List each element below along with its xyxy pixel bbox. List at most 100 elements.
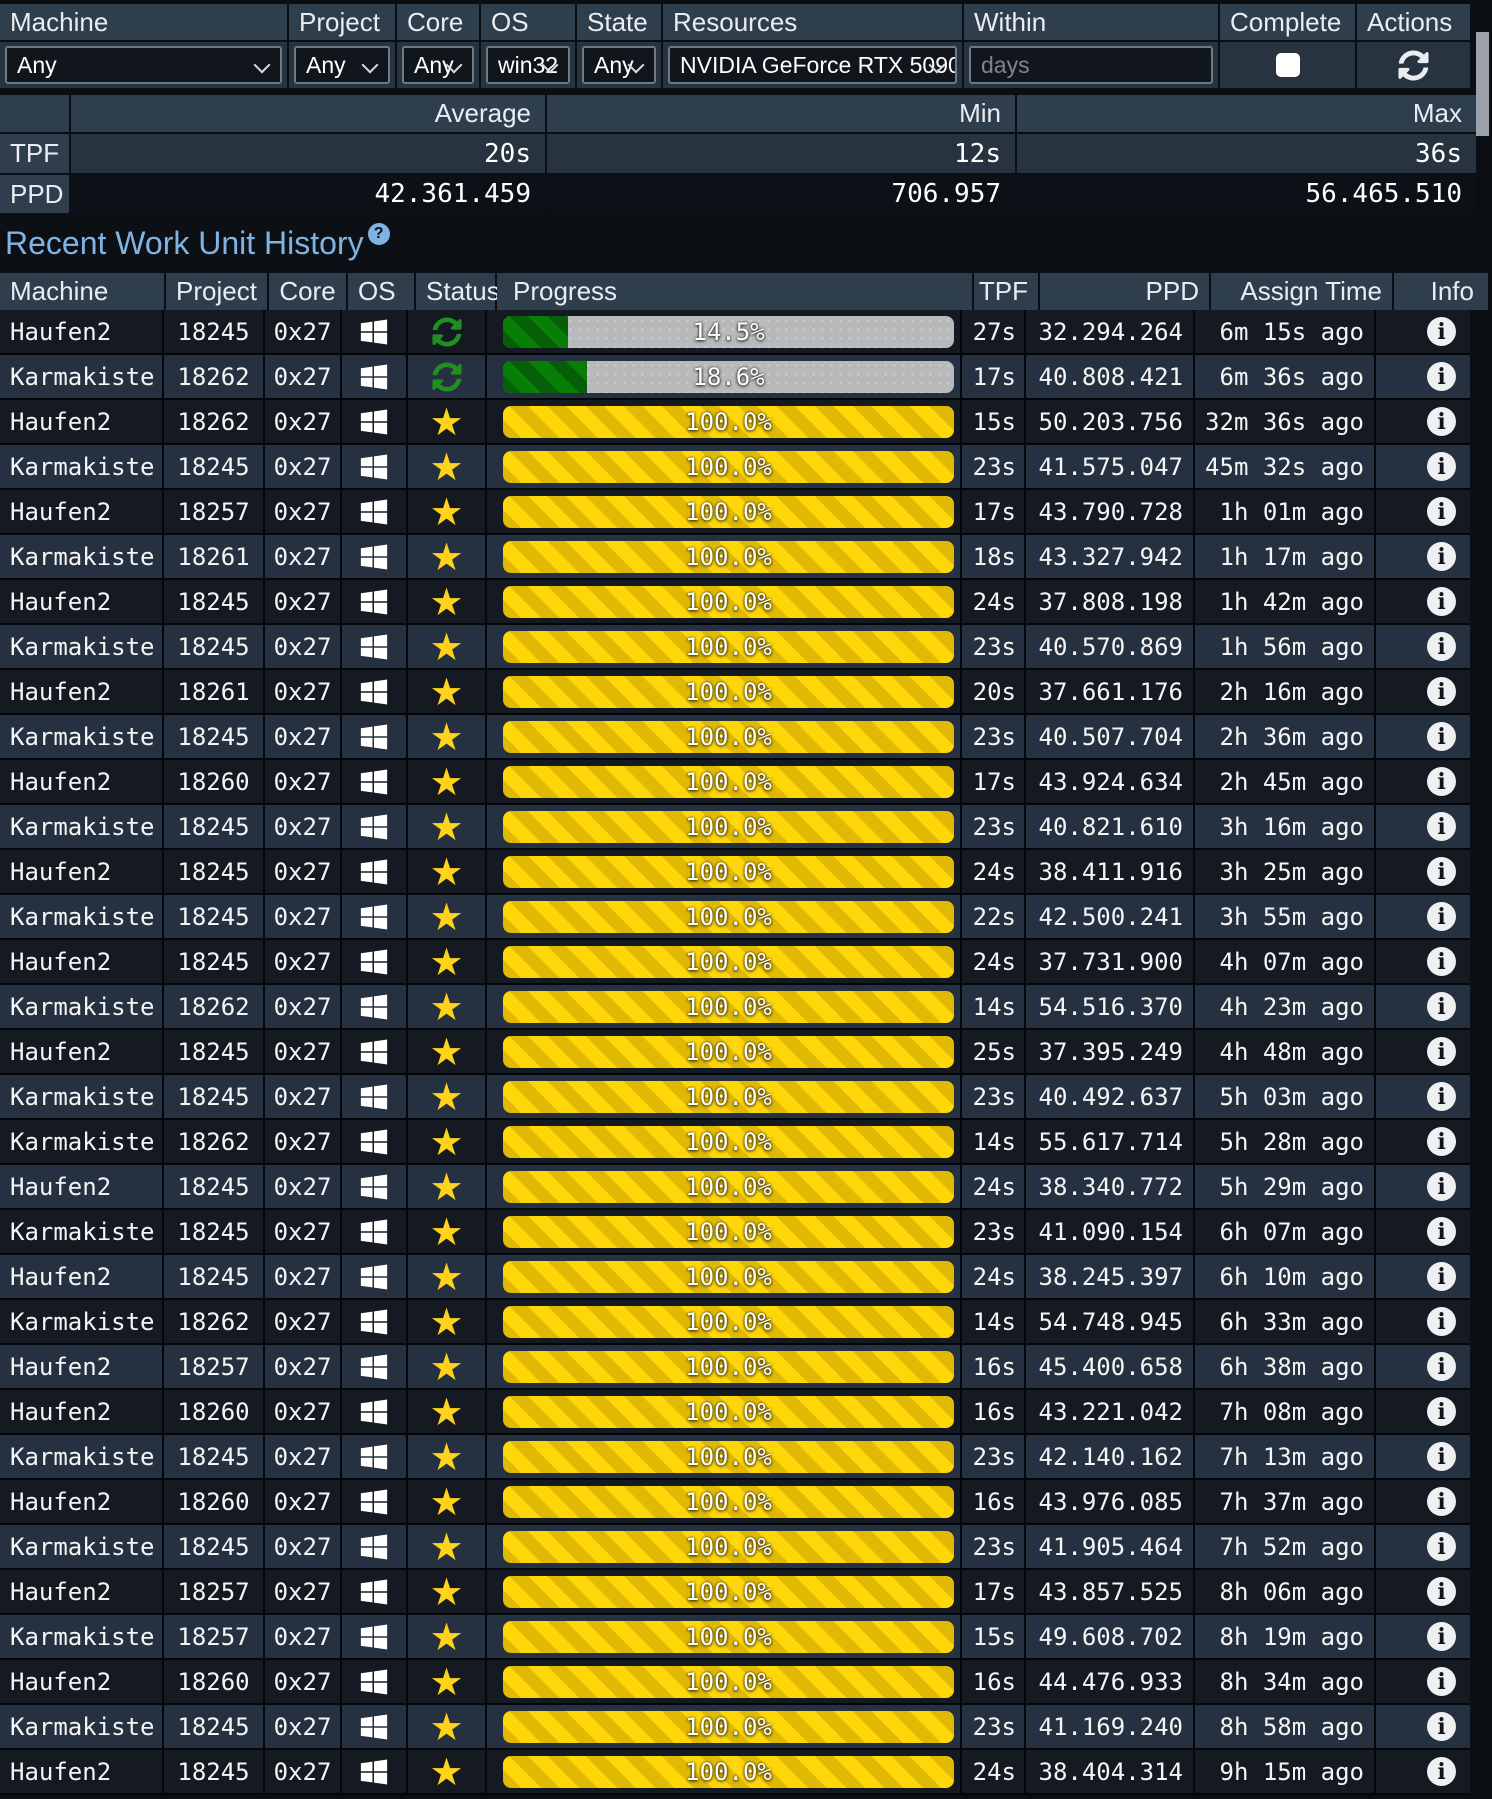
machine-filter-select[interactable]: Any xyxy=(5,46,282,84)
progress-bar: 100.0% xyxy=(503,1305,954,1338)
info-icon[interactable]: i xyxy=(1427,722,1456,751)
assign-time-value: 6m 36s ago xyxy=(1195,355,1376,398)
core-filter-select[interactable]: Any xyxy=(402,46,474,84)
progress-cell: 100.0% xyxy=(487,1165,962,1208)
core-id: 0x27 xyxy=(265,1165,342,1208)
tpf-value: 18s xyxy=(962,535,1026,578)
info-icon[interactable]: i xyxy=(1427,407,1456,436)
assign-time-value: 9h 15m ago xyxy=(1195,1750,1376,1793)
info-icon[interactable]: i xyxy=(1427,857,1456,886)
status-icon-cell: ★ xyxy=(408,1615,487,1658)
info-icon[interactable]: i xyxy=(1427,317,1456,346)
progress-cell: 18.6% xyxy=(487,355,962,398)
ppd-value: 54.516.370 xyxy=(1026,985,1195,1028)
star-finished-icon: ★ xyxy=(429,1479,464,1524)
work-unit-row: Haufen2 18260 0x27 ★ 100.0% 16s 43.221.0… xyxy=(0,1390,1470,1435)
info-icon[interactable]: i xyxy=(1427,947,1456,976)
info-icon[interactable]: i xyxy=(1427,1307,1456,1336)
core-id: 0x27 xyxy=(265,715,342,758)
windows-os-icon xyxy=(342,1300,408,1343)
status-icon-cell: ★ xyxy=(408,895,487,938)
star-finished-icon: ★ xyxy=(429,624,464,669)
scrollbar-thumb[interactable] xyxy=(1476,32,1489,136)
core-id: 0x27 xyxy=(265,1210,342,1253)
assign-time-value: 6h 07m ago xyxy=(1195,1210,1376,1253)
progress-cell: 100.0% xyxy=(487,805,962,848)
info-icon[interactable]: i xyxy=(1427,362,1456,391)
info-icon[interactable]: i xyxy=(1427,767,1456,796)
info-icon[interactable]: i xyxy=(1427,1217,1456,1246)
star-finished-icon: ★ xyxy=(429,1344,464,1389)
ppd-value: 43.976.085 xyxy=(1026,1480,1195,1523)
core-id: 0x27 xyxy=(265,580,342,623)
work-unit-row: Haufen2 18245 0x27 ★ 100.0% 24s 38.411.9… xyxy=(0,850,1470,895)
assign-time-value: 6h 33m ago xyxy=(1195,1300,1376,1343)
progress-bar: 100.0% xyxy=(503,675,954,708)
info-icon[interactable]: i xyxy=(1427,677,1456,706)
windows-os-icon xyxy=(342,940,408,983)
os-filter-select[interactable]: win32 xyxy=(486,46,570,84)
within-days-input[interactable] xyxy=(969,46,1213,84)
info-icon[interactable]: i xyxy=(1427,1352,1456,1381)
info-icon[interactable]: i xyxy=(1427,1487,1456,1516)
info-icon[interactable]: i xyxy=(1427,1622,1456,1651)
progress-bar: 100.0% xyxy=(503,450,954,483)
progress-bar: 100.0% xyxy=(503,1035,954,1068)
progress-bar: 100.0% xyxy=(503,945,954,978)
info-icon[interactable]: i xyxy=(1427,902,1456,931)
windows-os-icon xyxy=(342,1345,408,1388)
resources-filter-select[interactable]: NVIDIA GeForce RTX 5090 xyxy=(668,46,957,84)
history-table-body: Haufen2 18245 0x27 14.5% 27s 32.294.264 … xyxy=(0,310,1470,1795)
info-icon[interactable]: i xyxy=(1427,992,1456,1021)
machine-name: Karmakiste xyxy=(0,1300,164,1343)
info-icon[interactable]: i xyxy=(1427,812,1456,841)
info-icon[interactable]: i xyxy=(1427,1532,1456,1561)
core-id: 0x27 xyxy=(265,1075,342,1118)
info-icon[interactable]: i xyxy=(1427,1757,1456,1786)
info-icon[interactable]: i xyxy=(1427,1127,1456,1156)
col-header-status: Status xyxy=(416,273,500,310)
assign-time-value: 7h 52m ago xyxy=(1195,1525,1376,1568)
windows-os-icon xyxy=(342,535,408,578)
project-number: 18245 xyxy=(164,805,265,848)
star-finished-icon: ★ xyxy=(429,1119,464,1164)
project-number: 18245 xyxy=(164,1210,265,1253)
progress-label: 100.0% xyxy=(685,1622,772,1651)
info-icon[interactable]: i xyxy=(1427,1577,1456,1606)
assign-time-value: 8h 19m ago xyxy=(1195,1615,1376,1658)
tpf-value: 27s xyxy=(962,310,1026,353)
info-icon[interactable]: i xyxy=(1427,1667,1456,1696)
assign-time-value: 7h 37m ago xyxy=(1195,1480,1376,1523)
work-unit-row: Haufen2 18245 0x27 14.5% 27s 32.294.264 … xyxy=(0,310,1470,355)
core-id: 0x27 xyxy=(265,445,342,488)
progress-label: 100.0% xyxy=(685,1037,772,1066)
info-icon[interactable]: i xyxy=(1427,1262,1456,1291)
filter-header-within: Within xyxy=(964,4,1218,40)
info-icon[interactable]: i xyxy=(1427,497,1456,526)
info-icon[interactable]: i xyxy=(1427,632,1456,661)
status-icon-cell: ★ xyxy=(408,1345,487,1388)
filter-header-complete: Complete xyxy=(1220,4,1355,40)
info-icon[interactable]: i xyxy=(1427,1037,1456,1066)
summary-header-max: Max xyxy=(1017,95,1476,132)
project-filter-select[interactable]: Any xyxy=(294,46,390,84)
info-icon[interactable]: i xyxy=(1427,452,1456,481)
work-unit-row: Haufen2 18260 0x27 ★ 100.0% 17s 43.924.6… xyxy=(0,760,1470,805)
info-icon[interactable]: i xyxy=(1427,1712,1456,1741)
project-number: 18245 xyxy=(164,1030,265,1073)
project-number: 18262 xyxy=(164,985,265,1028)
refresh-actions-icon[interactable] xyxy=(1398,49,1429,81)
progress-cell: 100.0% xyxy=(487,1255,962,1298)
info-icon[interactable]: i xyxy=(1427,1172,1456,1201)
help-icon[interactable]: ? xyxy=(367,223,390,245)
project-number: 18245 xyxy=(164,625,265,668)
info-icon[interactable]: i xyxy=(1427,1442,1456,1471)
windows-os-icon xyxy=(342,625,408,668)
info-icon[interactable]: i xyxy=(1427,542,1456,571)
info-icon[interactable]: i xyxy=(1427,1082,1456,1111)
info-icon[interactable]: i xyxy=(1427,1397,1456,1426)
info-icon[interactable]: i xyxy=(1427,587,1456,616)
complete-checkbox[interactable] xyxy=(1275,53,1300,77)
status-icon-cell: ★ xyxy=(408,1075,487,1118)
state-filter-select[interactable]: Any xyxy=(582,46,656,84)
